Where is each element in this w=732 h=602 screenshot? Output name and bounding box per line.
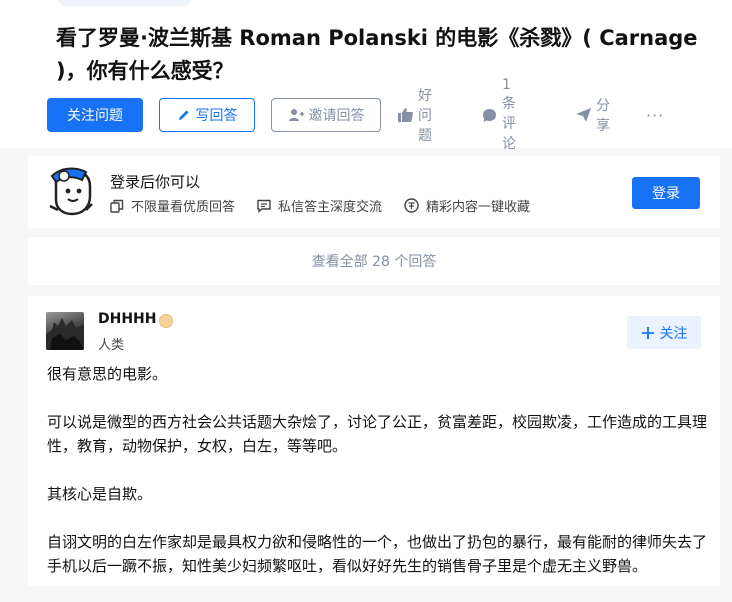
question-header: 看了罗曼·波兰斯基 Roman Polanski 的电影《杀戮》( Carnag… [0,0,732,152]
more-button[interactable]: ··· [646,98,664,132]
invite-answer-label: 邀请回答 [308,108,365,124]
thumbs-up-icon [398,108,413,122]
answer-paragraph: 其核心是自欺。 [47,485,153,503]
answer-paragraph: 可以说是微型的西方社会公共话题大杂烩了，讨论了公正，贫富差距，校园欺凌，工作造成… [47,413,708,455]
pencil-icon [177,108,191,122]
mascot-icon [46,166,98,218]
benefit-unlimited-answers: 不限量看优质回答 [110,196,235,215]
copy-icon [110,199,124,213]
share-label: 分享 [596,98,610,134]
crown-badge-icon [159,314,173,328]
add-user-icon [288,108,304,122]
good-question-button[interactable]: 好问题 [398,88,432,144]
follow-question-label: 关注问题 [67,108,123,124]
login-button[interactable]: 登录 [632,177,700,209]
answer-paragraph: 很有意思的电影。 [47,365,168,383]
plus-icon [641,326,655,340]
more-icon: ··· [646,105,665,125]
write-answer-label: 写回答 [195,108,238,124]
author-headline: 人类 [98,338,125,353]
view-all-answers-link[interactable]: 查看全部 28 个回答 [28,237,720,285]
share-button[interactable]: 分享 [576,98,610,134]
login-prompt-card: 登录后你可以 不限量看优质回答 私信答主深度交流 精彩内容一键收藏 登录 [28,156,720,228]
invite-answer-button[interactable]: 邀请回答 [271,98,381,132]
topic-tag[interactable] [58,0,192,6]
good-question-label: 好问题 [418,88,432,144]
view-all-card: 查看全部 28 个回答 [28,237,720,285]
comment-label: 1 条评论 [502,77,516,152]
benefit-private-message: 私信答主深度交流 [257,196,382,215]
answer-content: 很有意思的电影。 可以说是微型的西方社会公共话题大杂烩了，讨论了公正，贫富差距，… [47,362,707,602]
benefit-label: 精彩内容一键收藏 [426,200,531,215]
benefit-favorite: 精彩内容一键收藏 [404,196,530,215]
comment-button[interactable]: 1 条评论 [482,77,516,152]
login-label: 登录 [652,186,680,202]
question-title: 看了罗曼·波兰斯基 Roman Polanski 的电影《杀戮》( Carnag… [56,26,698,83]
badge-icon [404,198,419,213]
answer-paragraph: 自诩文明的白左作家却是最具权力欲和侵略性的一个，也做出了扔包的暴行，最有能耐的律… [47,533,708,575]
author-name[interactable]: DHHHH [98,311,157,327]
answer-card: DHHHH 人类 关注 很有意思的电影。 可以说是微型的西方社会公共话题大杂烩了… [28,296,720,586]
comment-icon [482,108,497,123]
benefit-label: 不限量看优质回答 [131,200,236,215]
message-icon [257,199,271,213]
login-prompt-title: 登录后你可以 [110,173,201,191]
login-benefits: 不限量看优质回答 私信答主深度交流 精彩内容一键收藏 [110,196,552,215]
write-answer-button[interactable]: 写回答 [159,98,255,132]
follow-author-button[interactable]: 关注 [627,316,701,349]
benefit-label: 私信答主深度交流 [278,200,383,215]
follow-author-label: 关注 [659,325,688,342]
follow-question-button[interactable]: 关注问题 [47,98,143,132]
paper-plane-icon [576,108,591,122]
avatar[interactable] [46,312,84,350]
